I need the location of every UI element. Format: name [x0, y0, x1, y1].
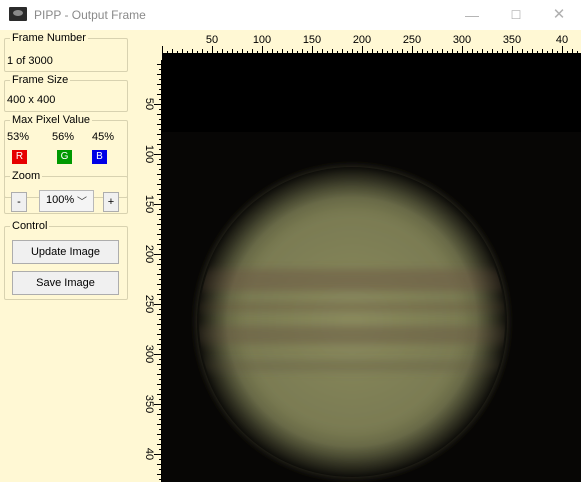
- frame-size-legend: Frame Size: [12, 74, 69, 86]
- ruler-label-y: 350: [143, 395, 155, 413]
- blue-max-value: 45%: [92, 131, 115, 143]
- ruler-label-x: 100: [253, 34, 271, 46]
- chevron-down-icon: ﹀: [77, 197, 87, 208]
- output-frame-image[interactable]: [162, 54, 581, 482]
- ruler-label-x: 40: [556, 34, 568, 46]
- zoom-out-button[interactable]: -: [11, 192, 27, 212]
- blue-channel-badge[interactable]: B: [92, 150, 107, 164]
- window-title: PIPP - Output Frame: [34, 8, 146, 22]
- ruler-label-y: 50: [143, 98, 155, 110]
- frame-size-value: 400 x 400: [7, 94, 56, 106]
- ruler-label-x: 300: [453, 34, 471, 46]
- green-max-value: 56%: [52, 131, 75, 143]
- red-channel-badge[interactable]: R: [12, 150, 27, 164]
- minimize-button[interactable]: —: [458, 4, 486, 26]
- ruler-label-y: 200: [143, 245, 155, 263]
- frame-number-legend: Frame Number: [12, 32, 86, 44]
- ruler-label-x: 200: [353, 34, 371, 46]
- zoom-in-button[interactable]: +: [103, 192, 119, 212]
- info-panel: Frame Number 1 of 3000 Frame Size 400 x …: [0, 30, 134, 482]
- planet-image: [162, 54, 581, 477]
- red-max-value: 53%: [7, 131, 30, 143]
- ruler-label-y: 300: [143, 345, 155, 363]
- vertical-ruler: 50 100 150 200 250 300 350 40: [143, 60, 162, 482]
- maximize-button[interactable]: ☐: [502, 4, 530, 26]
- frame-number-value: 1 of 3000: [7, 55, 53, 67]
- green-channel-badge[interactable]: G: [57, 150, 72, 164]
- ruler-label-x: 150: [303, 34, 321, 46]
- update-image-button[interactable]: Update Image: [12, 240, 119, 264]
- title-bar[interactable]: PIPP - Output Frame — ☐ ✕: [0, 0, 581, 30]
- ruler-label-x: 50: [206, 34, 218, 46]
- zoom-value: 100%: [46, 194, 75, 206]
- horizontal-ruler: 50 100 150 200 250 300 350 40: [162, 34, 581, 54]
- max-pixel-legend: Max Pixel Value: [12, 114, 91, 126]
- save-image-button[interactable]: Save Image: [12, 271, 119, 295]
- image-viewer: 50 100 150 200 250 300 350 40 50 100 150 200 250 300…: [134, 30, 581, 482]
- zoom-select[interactable]: 100% ﹀: [39, 190, 94, 212]
- ruler-label-x: 250: [403, 34, 421, 46]
- control-legend: Control: [12, 220, 48, 232]
- ruler-label-y: 150: [143, 195, 155, 213]
- ruler-label-y: 40: [143, 448, 155, 460]
- zoom-legend: Zoom: [12, 170, 41, 182]
- close-button[interactable]: ✕: [545, 4, 573, 26]
- ruler-label-x: 350: [503, 34, 521, 46]
- app-icon: [9, 7, 27, 21]
- ruler-label-y: 250: [143, 295, 155, 313]
- ruler-label-y: 100: [143, 145, 155, 163]
- frame-size-group: Frame Size: [4, 74, 128, 112]
